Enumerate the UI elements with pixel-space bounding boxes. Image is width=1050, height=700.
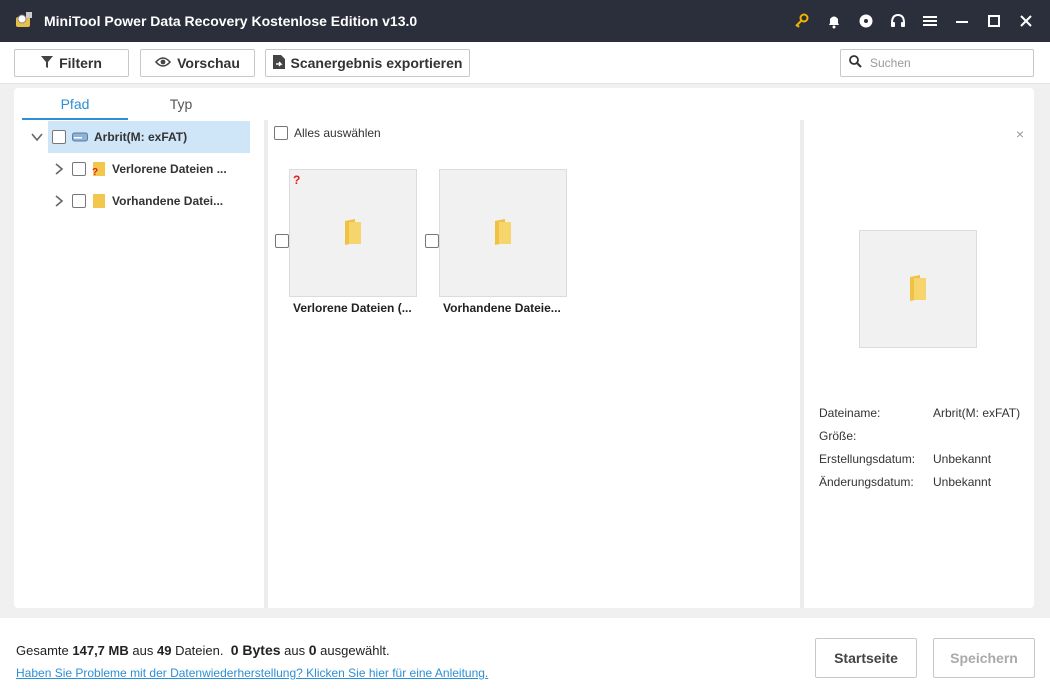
close-preview-icon[interactable]: × — [1016, 126, 1024, 142]
folder-icon — [908, 274, 928, 304]
summary-aus: aus — [284, 643, 306, 658]
lost-badge: ? — [293, 173, 301, 187]
tile-existing-label: Vorhandene Dateie... — [443, 301, 561, 315]
preview-button-label: Vorschau — [177, 55, 240, 71]
preview-button[interactable]: Vorschau — [140, 49, 255, 77]
maximize-icon[interactable] — [978, 5, 1010, 37]
tree-item-lost-checkbox[interactable] — [72, 162, 86, 176]
file-count: 49 — [156, 643, 172, 658]
chevron-down-icon[interactable] — [30, 130, 44, 144]
tree-root-checkbox[interactable] — [52, 130, 66, 144]
tab-type[interactable]: Typ — [128, 90, 234, 120]
main-panel: Pfad Typ Arbrit(M: exFAT) ? Verlorene Da… — [14, 88, 1034, 608]
info-value: Arbrit(M: exFAT) — [933, 406, 1021, 420]
export-button-label: Scanergebnis exportieren — [290, 55, 463, 71]
info-value: Unbekannt — [933, 452, 992, 466]
home-button[interactable]: Startseite — [815, 638, 917, 678]
preview-thumbnail — [859, 230, 977, 348]
tree-item-existing-checkbox[interactable] — [72, 194, 86, 208]
lost-folder-icon: ? — [92, 162, 106, 176]
svg-text:?: ? — [92, 167, 98, 176]
preview-panel: × Dateiname: Arbrit(M: exFAT) Größe: Ers… — [804, 120, 1034, 608]
media-disc-icon[interactable] — [850, 5, 882, 37]
summary-files: Dateien. — [175, 643, 224, 658]
minimize-icon[interactable] — [946, 5, 978, 37]
tree-item-existing-files[interactable]: Vorhandene Datei... — [52, 185, 252, 217]
tree-item-lost-files[interactable]: ? Verlorene Dateien ... — [52, 153, 252, 185]
close-window-icon[interactable] — [1010, 5, 1042, 37]
chevron-right-icon[interactable] — [52, 194, 66, 208]
save-button[interactable]: Speichern — [933, 638, 1035, 678]
select-all-label: Alles auswählen — [294, 126, 381, 140]
folder-icon — [493, 218, 513, 248]
info-key: Änderungsdatum: — [819, 475, 914, 489]
info-key: Größe: — [819, 429, 857, 443]
selected-size: 0 Bytes — [230, 642, 281, 658]
splitter-left[interactable] — [264, 120, 268, 608]
tab-path[interactable]: Pfad — [22, 90, 128, 120]
summary-mid: aus — [132, 643, 154, 658]
tile-lost-label: Verlorene Dateien (... — [293, 301, 412, 315]
footer: Gesamte 147,7 MB aus 49 Dateien. 0 Bytes… — [0, 618, 1050, 700]
info-row-modified: Änderungsdatum: Unbekannt — [819, 475, 991, 489]
title-actions — [786, 0, 1042, 42]
toolbar: Filtern Vorschau Scanergebnis exportiere… — [0, 42, 1050, 84]
info-row-created: Erstellungsdatum: Unbekannt — [819, 452, 991, 466]
search-box[interactable] — [840, 49, 1034, 77]
selected-count: 0 — [308, 642, 317, 658]
total-size: 147,7 MB — [72, 643, 129, 658]
search-input[interactable] — [870, 56, 1020, 70]
info-row-filename: Dateiname: Arbrit(M: exFAT) — [819, 406, 1020, 420]
view-tabs: Pfad Typ — [22, 90, 262, 120]
export-file-icon — [272, 54, 291, 72]
info-value: Unbekannt — [933, 475, 992, 489]
export-scan-button[interactable]: Scanergebnis exportieren — [265, 49, 470, 77]
headset-support-icon[interactable] — [882, 5, 914, 37]
filter-button[interactable]: Filtern — [14, 49, 129, 77]
filter-funnel-icon — [41, 55, 59, 71]
select-all-checkbox[interactable] — [274, 126, 288, 140]
app-logo-icon — [14, 11, 34, 31]
notification-bell-icon[interactable] — [818, 5, 850, 37]
tile-lost-thumbnail[interactable]: ? — [289, 169, 417, 297]
tile-existing-thumbnail[interactable] — [439, 169, 567, 297]
info-key: Dateiname: — [819, 406, 881, 420]
drive-icon — [72, 132, 88, 142]
menu-icon[interactable] — [914, 5, 946, 37]
help-link[interactable]: Haben Sie Probleme mit der Datenwiederhe… — [16, 666, 488, 680]
folder-tree: Arbrit(M: exFAT) ? Verlorene Dateien ...… — [14, 120, 264, 608]
search-icon — [849, 55, 862, 71]
scan-summary: Gesamte 147,7 MB aus 49 Dateien. 0 Bytes… — [16, 642, 390, 658]
eye-icon — [155, 55, 177, 71]
tile-existing-checkbox[interactable] — [425, 234, 439, 248]
info-row-size: Größe: — [819, 429, 933, 443]
folder-icon — [343, 218, 363, 248]
title-bar: MiniTool Power Data Recovery Kostenlose … — [0, 0, 1050, 42]
folder-icon — [92, 194, 106, 208]
chevron-right-icon[interactable] — [52, 162, 66, 176]
file-grid: Alles auswählen ? Verlorene Dateien (...… — [270, 120, 798, 608]
filter-button-label: Filtern — [59, 55, 102, 71]
tree-root-item[interactable]: Arbrit(M: exFAT) — [31, 121, 250, 153]
window-title: MiniTool Power Data Recovery Kostenlose … — [44, 13, 418, 29]
tree-root-label: Arbrit(M: exFAT) — [94, 130, 188, 144]
summary-selected: ausgewählt. — [320, 643, 390, 658]
tile-lost-checkbox[interactable] — [275, 234, 289, 248]
tree-item-existing-label: Vorhandene Datei... — [112, 194, 224, 208]
summary-prefix: Gesamte — [16, 643, 69, 658]
license-key-icon[interactable] — [786, 5, 818, 37]
select-all[interactable]: Alles auswählen — [274, 126, 381, 140]
tree-item-lost-label: Verlorene Dateien ... — [112, 162, 227, 176]
info-key: Erstellungsdatum: — [819, 452, 916, 466]
